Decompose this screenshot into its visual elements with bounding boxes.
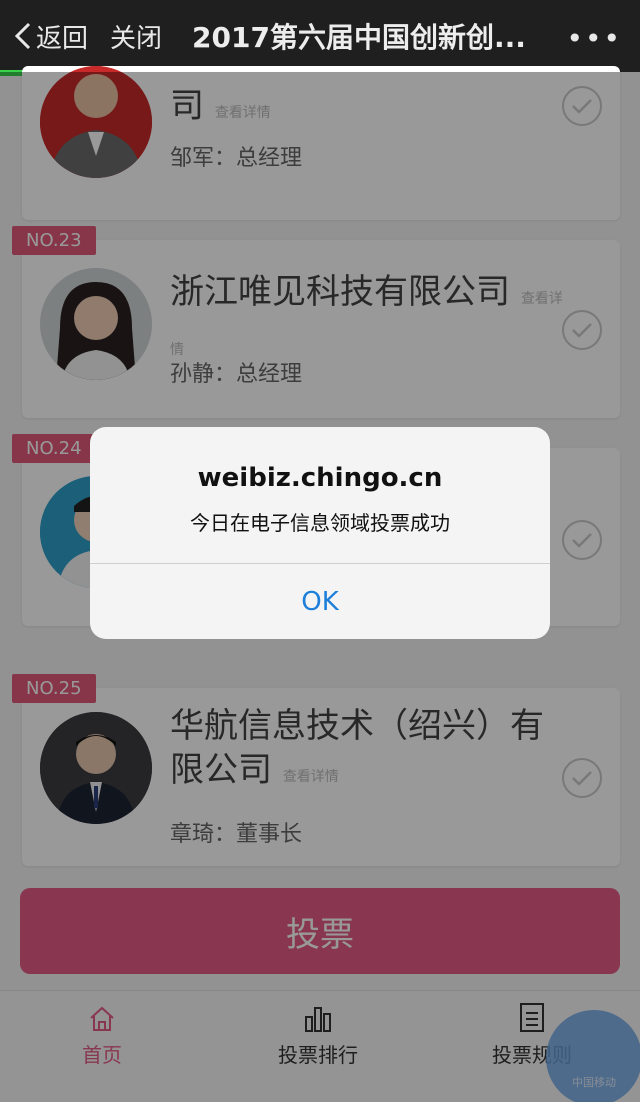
- alert-message: 今日在电子信息领域投票成功: [190, 511, 450, 535]
- back-label: 返回: [36, 23, 89, 54]
- nav-bar: 返回 关闭 2017第六届中国创新创... •••: [0, 0, 640, 76]
- more-menu-button[interactable]: •••: [566, 22, 622, 55]
- ok-button[interactable]: OK: [90, 564, 550, 639]
- chevron-left-icon: [14, 22, 31, 50]
- page-title: 2017第六届中国创新创...: [192, 21, 526, 54]
- alert-title: weibiz.chingo.cn: [197, 463, 443, 493]
- close-button[interactable]: 关闭: [110, 18, 162, 55]
- back-button[interactable]: 返回: [14, 18, 88, 55]
- alert-dialog: weibiz.chingo.cn 今日在电子信息领域投票成功 OK: [90, 427, 550, 639]
